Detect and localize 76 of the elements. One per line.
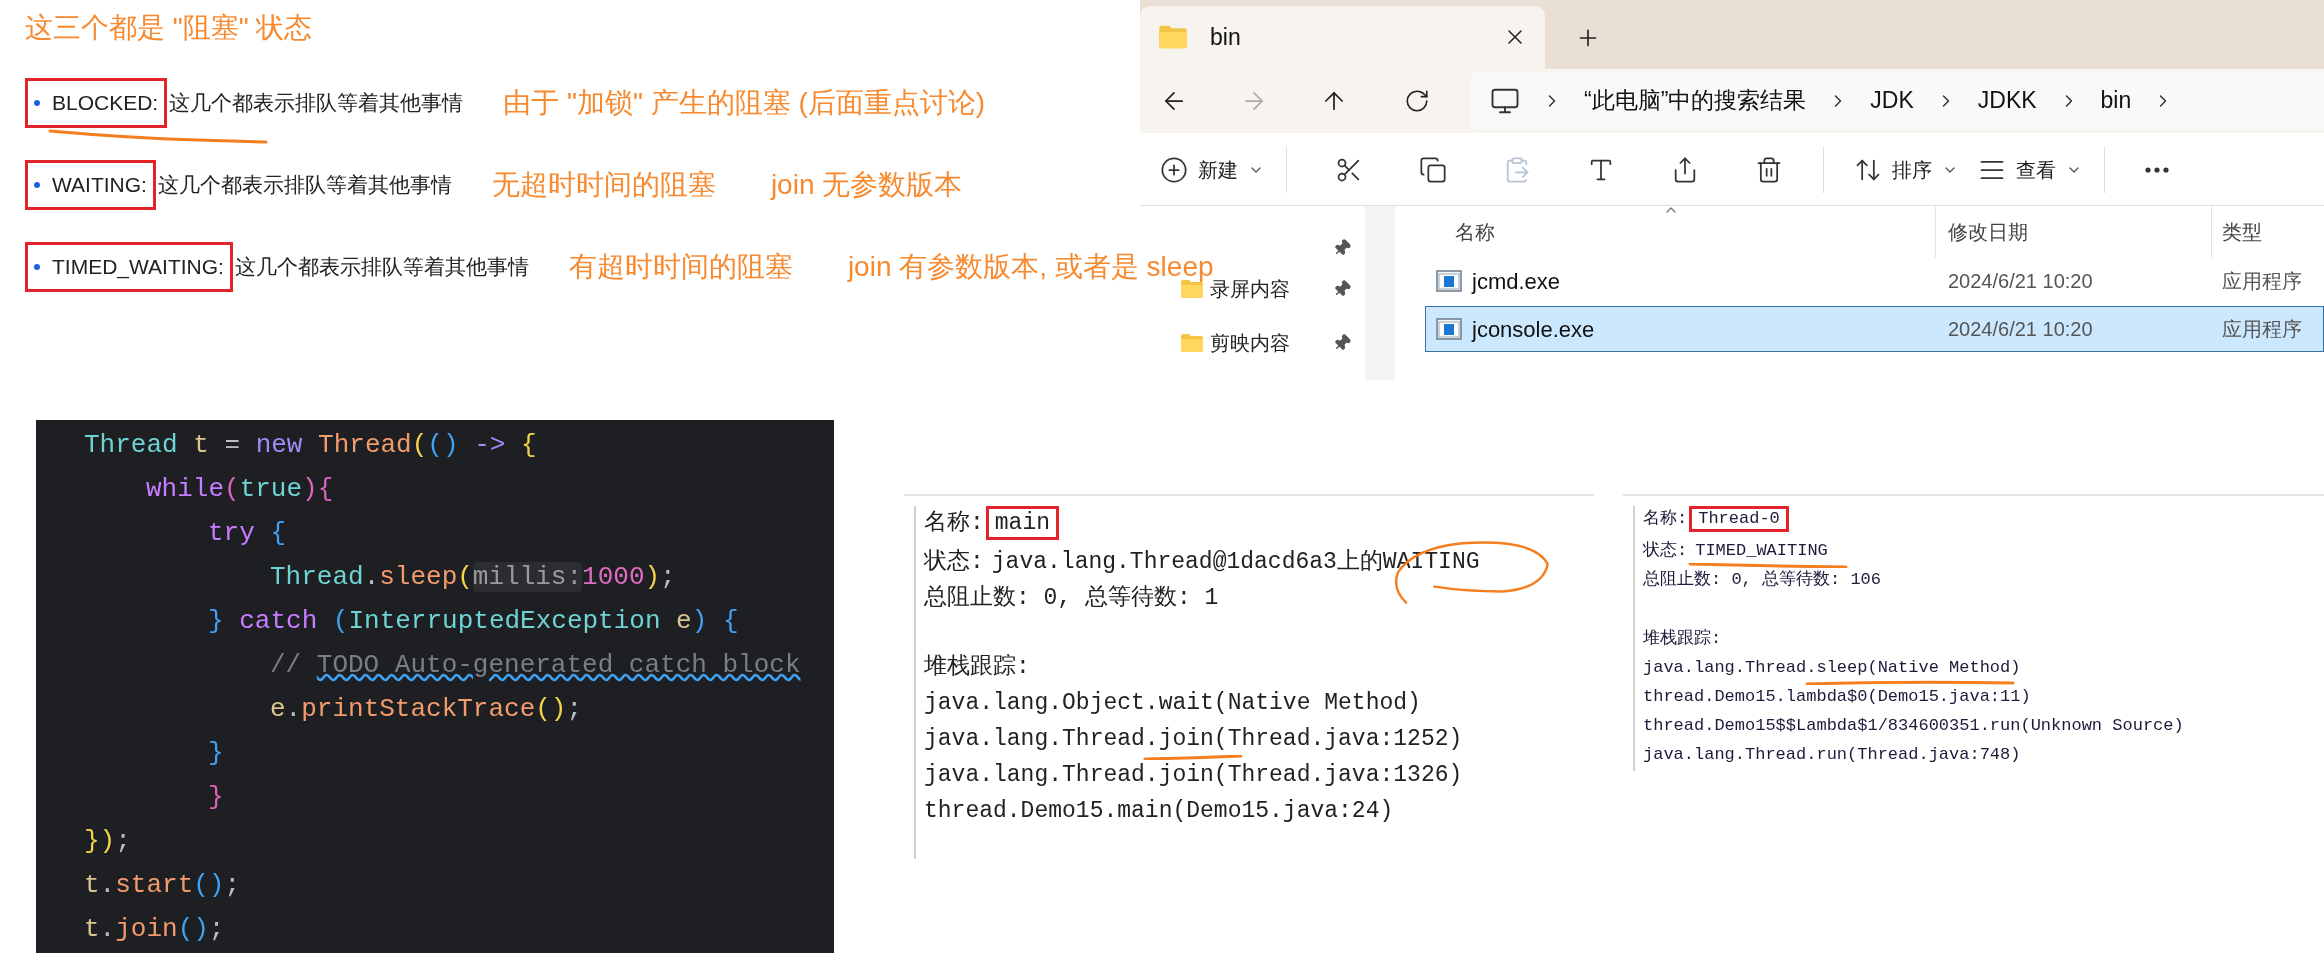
folder-icon: [1180, 333, 1204, 353]
toolbar-button[interactable]: 查看: [1968, 143, 2092, 196]
annotation-text: 由于 "加锁" 产生的阻塞 (后面重点讨论): [503, 87, 986, 119]
code-line: Thread.sleep(millis:1000);: [270, 560, 676, 594]
trash-icon: [1755, 155, 1783, 184]
stack-frame: thread.Demo15$$Lambda$1/834600351.run(Unknown Source): [1643, 716, 2184, 736]
window-tab[interactable]: bin: [1140, 5, 1545, 69]
annotation-text: join 无参数版本: [770, 169, 963, 201]
file-date: 2024/6/21 10:20: [1947, 317, 2094, 342]
state-label: WAITING:: [25, 160, 156, 210]
code-line: while(true){: [146, 472, 334, 506]
state-label: TIMED_WAITING:: [25, 242, 233, 292]
state-description: 这几个都表示排队等着其他事情: [234, 254, 529, 281]
breadcrumb[interactable]: bin: [2100, 83, 2132, 118]
state-description: 这几个都表示排队等着其他事情: [157, 172, 452, 199]
stack-frame: thread.Demo15.main(Demo15.java:24): [924, 797, 1394, 825]
annotation-text: 有超时时间的阻塞: [568, 251, 793, 283]
copy-icon: [1419, 155, 1447, 184]
state-description: 这几个都表示排队等着其他事情: [169, 90, 464, 117]
file-type: 应用程序: [2221, 317, 2302, 342]
stack-frame: java.lang.Thread.sleep(Native Method): [1643, 658, 2021, 678]
field-label: 名称:: [1643, 509, 1688, 529]
code-line: // TODO Auto-generated catch block: [270, 648, 801, 682]
thread-counts: 总阻止数: 0, 总等待数: 1: [924, 584, 1219, 612]
stack-frame: java.lang.Thread.join(Thread.java:1326): [924, 761, 1463, 789]
bullet-icon: [34, 100, 40, 106]
code-line: }: [208, 780, 224, 814]
code-line: try {: [208, 516, 287, 550]
thread-counts: 总阻止数: 0, 总等待数: 106: [1643, 570, 1882, 590]
state-label: BLOCKED:: [25, 78, 168, 128]
code-line: });: [84, 824, 131, 858]
more-icon: [2145, 166, 2169, 173]
breadcrumb[interactable]: JDK: [1870, 83, 1914, 118]
breadcrumb[interactable]: “此电脑”中的搜索结果: [1584, 83, 1807, 118]
bullet-icon: [34, 264, 40, 270]
file-date: 2024/6/21 10:20: [1947, 269, 2094, 294]
code-line: }: [208, 736, 224, 770]
stack-frame: java.lang.Object.wait(Native Method): [924, 689, 1421, 717]
column-header[interactable]: 类型: [2222, 217, 2262, 247]
code-line: t.join();: [84, 912, 225, 946]
column-header[interactable]: 名称: [1455, 217, 1495, 247]
file-name: jcmd.exe: [1472, 267, 1561, 296]
breadcrumb[interactable]: JDKK: [1977, 83, 2037, 118]
thread-name: main: [985, 506, 1060, 540]
address-bar[interactable]: “此电脑”中的搜索结果 JDK JDKK bin: [1470, 71, 2324, 130]
toolbar-button[interactable]: 新建: [1150, 143, 1274, 196]
field-label: 名称:: [924, 509, 984, 537]
file-row[interactable]: jconsole.exe 2024/6/21 10:20 应用程序: [1425, 306, 2324, 352]
field-label: 状态:: [924, 548, 984, 576]
file-row[interactable]: jcmd.exe 2024/6/21 10:20 应用程序: [1425, 258, 2324, 304]
note-title: 这三个都是 "阻塞" 状态: [25, 11, 313, 45]
annotation-text: join 有参数版本, 或者是 sleep: [847, 251, 1214, 282]
code-line: t.start();: [84, 868, 241, 902]
folder-icon: [1158, 24, 1188, 51]
add-icon: [1160, 155, 1188, 184]
thread-state: TIMED_WAITING: [1695, 541, 1828, 561]
stack-label: 堆栈跟踪:: [924, 653, 1030, 681]
stack-frame: java.lang.Thread.run(Thread.java:748): [1643, 745, 2021, 765]
stack-label: 堆栈跟踪:: [1643, 629, 1722, 649]
code-line: Thread t = new Thread(() -> {: [84, 428, 537, 462]
field-label: 状态:: [1643, 541, 1688, 561]
file-name: jconsole.exe: [1472, 315, 1595, 344]
stack-frame: thread.Demo15.lambda$0(Demo15.java:11): [1643, 687, 2031, 707]
stack-frame: java.lang.Thread.join(Thread.java:1252): [924, 725, 1463, 753]
nav-item[interactable]: 剪映内容: [1180, 326, 1365, 360]
toolbar-button[interactable]: 排序: [1844, 143, 1968, 196]
bullet-icon: [34, 182, 40, 188]
refresh-icon[interactable]: [1404, 87, 1430, 114]
thread-name: Thread-0: [1689, 506, 1789, 532]
code-line: } catch (InterruptedException e) {: [208, 604, 739, 638]
annotation-text: 无超时时间的阻塞: [491, 169, 716, 201]
application-icon: [1436, 318, 1462, 340]
code-line: e.printStackTrace();: [270, 692, 583, 726]
application-icon: [1436, 270, 1462, 292]
file-type: 应用程序: [2221, 269, 2302, 294]
column-header[interactable]: 修改日期: [1948, 217, 2028, 247]
